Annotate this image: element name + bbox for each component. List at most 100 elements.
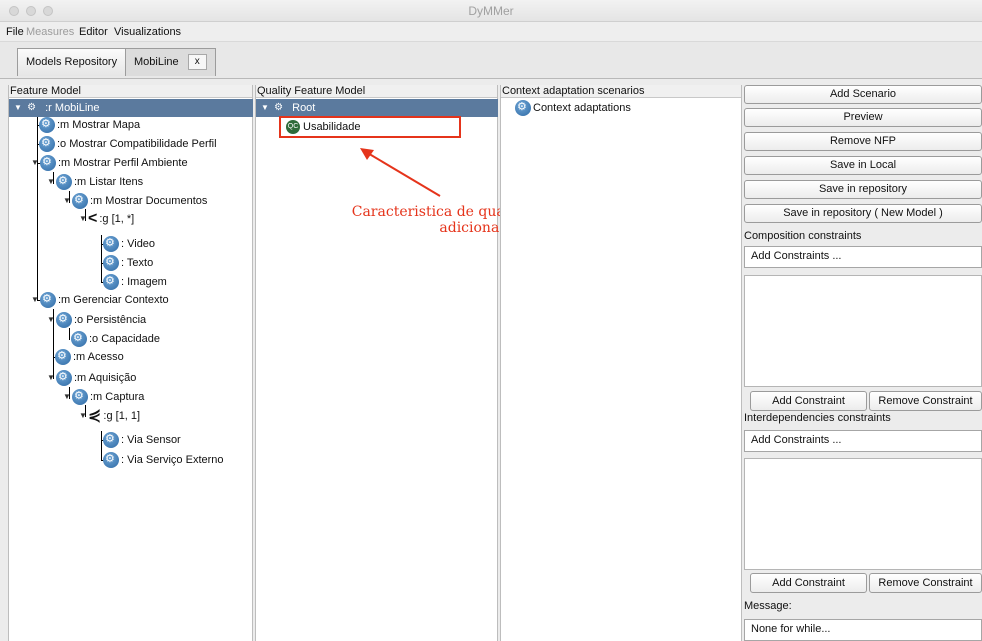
- tree-node-label: : Texto: [121, 257, 154, 269]
- annotation-highlight-box: [279, 116, 461, 138]
- collapse-toggle-icon[interactable]: ▼: [63, 388, 72, 406]
- menu-measures[interactable]: Measures: [26, 26, 74, 38]
- tree-node[interactable]: ▼ :o Persistência: [47, 311, 146, 329]
- context-adaptations-item[interactable]: Context adaptations: [515, 99, 631, 117]
- tree-connector: [101, 431, 102, 461]
- message-field: None for while...: [744, 619, 982, 641]
- tree-node[interactable]: : Imagem: [103, 273, 167, 291]
- feature-node-icon: [55, 348, 71, 366]
- tree-node-root[interactable]: ▼ :r MobiLine: [9, 99, 253, 117]
- tree-node[interactable]: ▼ :m Mostrar Perfil Ambiente: [31, 154, 188, 172]
- feature-node-icon: [103, 254, 119, 272]
- tree-node-label: : Video: [121, 238, 156, 250]
- tree-node[interactable]: : Texto: [103, 254, 153, 272]
- tree-connector: [37, 115, 38, 301]
- menu-bar: File Measures Editor Visualizations: [0, 22, 982, 42]
- tab-close-button[interactable]: x: [187, 54, 207, 70]
- feature-node-icon: [39, 116, 55, 134]
- tree-node[interactable]: :m Acesso: [55, 348, 124, 366]
- remove-composition-constraint-button[interactable]: Remove Constraint: [869, 391, 982, 411]
- quality-feature-model-panel: Quality Feature Model ▼ Root QCUsabilida…: [255, 85, 498, 641]
- tree-node[interactable]: :m Mostrar Mapa: [39, 116, 140, 134]
- collapse-toggle-icon[interactable]: ▼: [31, 291, 40, 309]
- collapse-toggle-icon[interactable]: ▼: [47, 369, 56, 387]
- tree-node-label: : Imagem: [121, 276, 167, 288]
- actions-panel: Add Scenario Preview Remove NFP Save in …: [744, 85, 982, 641]
- feature-node-icon: [103, 273, 119, 291]
- tree-node-label: :o Capacidade: [89, 333, 160, 345]
- collapse-toggle-icon[interactable]: ▼: [63, 192, 72, 210]
- tree-connector: [101, 235, 102, 283]
- tree-node[interactable]: : Via Sensor: [103, 431, 181, 449]
- collapse-toggle-icon[interactable]: ▼: [79, 210, 88, 228]
- remove-interdependency-constraint-button[interactable]: Remove Constraint: [869, 573, 982, 593]
- panel-header: Quality Feature Model: [256, 85, 497, 98]
- save-repository-button[interactable]: Save in repository: [744, 180, 982, 199]
- collapse-toggle-icon[interactable]: ▼: [79, 407, 88, 425]
- add-scenario-button[interactable]: Add Scenario: [744, 85, 982, 104]
- feature-node-icon: [26, 99, 40, 117]
- menu-file[interactable]: File: [6, 26, 24, 38]
- add-interdependency-constraint-button[interactable]: Add Constraint: [750, 573, 867, 593]
- add-composition-constraint-button[interactable]: Add Constraint: [750, 391, 867, 411]
- feature-node-icon: [273, 99, 287, 117]
- tree-node-label: :m Listar Itens: [74, 176, 144, 188]
- or-group-icon: <: [88, 210, 98, 228]
- tree-node[interactable]: ▼:m Aquisição: [47, 369, 136, 387]
- feature-node-icon: [103, 451, 119, 469]
- window-title: DyMMer: [468, 4, 514, 18]
- feature-node-icon: [72, 388, 88, 406]
- context-adaptation-panel: Context adaptation scenarios Context ada…: [500, 85, 742, 641]
- tree-node-label: :m Mostrar Mapa: [57, 119, 141, 131]
- tree-node-group[interactable]: ▼<:g [1, *]: [79, 210, 134, 228]
- composition-constraints-select[interactable]: Add Constraints ...: [744, 246, 982, 268]
- interdependencies-constraints-label: Interdependencies constraints: [744, 412, 891, 424]
- tree-node[interactable]: :o Mostrar Compatibilidade Perfil: [39, 135, 217, 153]
- tree-node[interactable]: ▼ :m Gerenciar Contexto: [31, 291, 169, 309]
- remove-nfp-button[interactable]: Remove NFP: [744, 132, 982, 151]
- message-label: Message:: [744, 600, 792, 612]
- tree-node-label: :g [1, *]: [99, 213, 135, 225]
- tree-node[interactable]: ▼ :m Captura: [63, 388, 144, 406]
- feature-node-icon: [56, 173, 72, 191]
- tab-models-repository[interactable]: Models Repository: [17, 48, 127, 76]
- tab-label: MobiLine: [134, 56, 179, 68]
- tree-node[interactable]: ▼:m Mostrar Documentos: [63, 192, 207, 210]
- tree-node-label: : Via Sensor: [121, 434, 181, 446]
- tab-label: Models Repository: [26, 56, 118, 68]
- collapse-toggle-icon[interactable]: ▼: [261, 99, 270, 117]
- save-repository-new-model-button[interactable]: Save in repository ( New Model ): [744, 204, 982, 223]
- feature-node-icon: [103, 235, 119, 253]
- feature-model-panel: Feature Model ▼ :r MobiLine :m Mostrar M…: [8, 85, 253, 641]
- save-local-button[interactable]: Save in Local: [744, 156, 982, 175]
- title-bar: DyMMer: [0, 0, 982, 22]
- collapse-toggle-icon[interactable]: ▼: [47, 311, 56, 329]
- feature-node-icon: [39, 135, 55, 153]
- tree-node-group[interactable]: ▼⋞:g [1, 1]: [79, 407, 140, 425]
- feature-node-icon: [72, 192, 88, 210]
- tree-node-label: :o Persistência: [74, 314, 147, 326]
- composition-constraints-list[interactable]: [744, 275, 982, 387]
- tree-node-label: :m Mostrar Perfil Ambiente: [58, 157, 188, 169]
- tree-node-quality-root[interactable]: ▼ Root: [256, 99, 498, 117]
- menu-visualizations[interactable]: Visualizations: [114, 26, 181, 38]
- alternative-group-icon: ⋞: [88, 407, 102, 425]
- tree-node[interactable]: : Video: [103, 235, 155, 253]
- interdependencies-constraints-list[interactable]: [744, 458, 982, 570]
- tree-node[interactable]: ▼ :m Listar Itens: [47, 173, 143, 191]
- tree-node-label: :m Captura: [90, 391, 145, 403]
- tree-node[interactable]: :o Capacidade: [71, 330, 160, 348]
- collapse-toggle-icon[interactable]: ▼: [47, 173, 56, 191]
- collapse-toggle-icon[interactable]: ▼: [31, 154, 40, 172]
- tree-node-label: Root: [292, 102, 316, 114]
- feature-node-icon: [71, 330, 87, 348]
- tree-node-label: : Via Serviço Externo: [121, 454, 224, 466]
- menu-editor[interactable]: Editor: [79, 26, 108, 38]
- tree-node-label: :m Gerenciar Contexto: [58, 294, 169, 306]
- feature-node-icon: [40, 154, 56, 172]
- tree-node[interactable]: : Via Serviço Externo: [103, 451, 224, 469]
- preview-button[interactable]: Preview: [744, 108, 982, 127]
- collapse-toggle-icon[interactable]: ▼: [14, 99, 23, 117]
- interdependencies-constraints-select[interactable]: Add Constraints ...: [744, 430, 982, 452]
- tab-mobiline[interactable]: MobiLine x: [125, 48, 216, 76]
